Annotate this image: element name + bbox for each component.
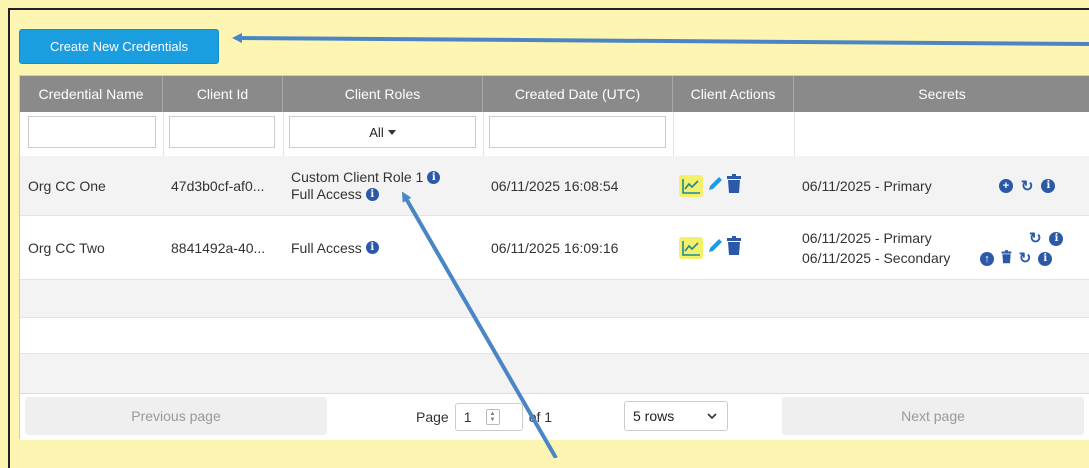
client-id-filter[interactable] — [169, 116, 275, 148]
created-date-filter[interactable] — [489, 116, 666, 148]
client-roles-filter[interactable]: All — [289, 116, 476, 148]
secrets-cell: 06/11/2025 - Primary ↻ i 06/11/2025 - Se… — [794, 216, 1089, 279]
chart-line-icon[interactable] — [679, 174, 703, 197]
pencil-icon[interactable] — [706, 237, 724, 258]
col-client-actions[interactable]: Client Actions — [673, 76, 794, 112]
rows-per-page-select[interactable]: 5 rows — [624, 401, 728, 431]
client-roles-cell: Full Access i — [283, 216, 483, 279]
credential-name-filter[interactable] — [28, 116, 156, 148]
plus-circle-icon[interactable]: + — [999, 179, 1013, 194]
trash-icon[interactable] — [726, 174, 742, 197]
page-indicator: Page 1 ▲ ▼ of 1 — [416, 403, 552, 431]
client-roles-cell: Custom Client Role 1i Full Access i — [283, 156, 483, 215]
trash-icon[interactable] — [1001, 249, 1012, 269]
page-total-label: of 1 — [528, 409, 553, 425]
role-label: Custom Client Role 1 — [291, 168, 424, 185]
secret-actions: ↻ i — [1029, 228, 1064, 249]
info-icon[interactable]: i — [1038, 251, 1053, 266]
secret-label: 06/11/2025 - Primary — [802, 177, 932, 194]
spinner-icon[interactable]: ▲ ▼ — [485, 409, 500, 425]
refresh-icon[interactable]: ↻ — [1029, 229, 1042, 249]
rows-per-page-value: 5 rows — [633, 408, 675, 424]
col-credential-name[interactable]: Credential Name — [20, 76, 163, 112]
secret-actions: + ↻ i — [999, 177, 1056, 195]
secret-label: 06/11/2025 - Secondary — [802, 249, 951, 266]
page-number-value: 1 — [463, 409, 472, 425]
col-created-date[interactable]: Created Date (UTC) — [483, 76, 673, 112]
role-label: Full Access — [291, 239, 362, 256]
client-actions-cell — [673, 156, 794, 215]
secret-label: 06/11/2025 - Primary — [802, 229, 932, 246]
client-id-cell: 47d3b0cf-af0... — [171, 177, 265, 194]
client-id-cell: 8841492a-40... — [171, 239, 266, 256]
empty-row — [20, 318, 1089, 354]
page-label: Page — [416, 409, 449, 425]
empty-row — [20, 280, 1089, 318]
pagination-bar: Previous page Page 1 ▲ ▼ of 1 5 rows Next… — [20, 393, 1089, 440]
arrow-up-circle-icon[interactable]: ↑ — [980, 251, 994, 266]
next-page-button[interactable]: Next page — [782, 397, 1084, 435]
refresh-icon[interactable]: ↻ — [1019, 249, 1032, 269]
secret-actions: ↑ ↻ i — [980, 248, 1053, 269]
credential-name-cell: Org CC One — [28, 177, 106, 194]
created-date-cell: 06/11/2025 16:08:54 — [491, 177, 619, 194]
info-icon[interactable]: i — [427, 171, 441, 185]
info-icon[interactable]: i — [365, 241, 379, 254]
page-number-input[interactable]: 1 ▲ ▼ — [454, 403, 523, 431]
info-icon[interactable]: i — [365, 188, 379, 202]
credential-name-cell: Org CC Two — [28, 239, 105, 256]
table-row[interactable]: Org CC One 47d3b0cf-af0... Custom Client… — [20, 156, 1089, 216]
refresh-icon[interactable]: ↻ — [1021, 177, 1034, 195]
create-new-credentials-button[interactable]: Create New Credentials — [19, 29, 219, 64]
previous-page-button[interactable]: Previous page — [25, 397, 327, 435]
trash-icon[interactable] — [726, 236, 742, 259]
col-client-roles[interactable]: Client Roles — [283, 76, 483, 112]
info-icon[interactable]: i — [1041, 179, 1056, 194]
role-label: Full Access — [291, 185, 362, 202]
chart-line-icon[interactable] — [679, 236, 703, 259]
filter-row: All — [20, 112, 1089, 157]
grid-header: Credential Name Client Id Client Roles C… — [20, 76, 1089, 112]
info-icon[interactable]: i — [1049, 231, 1064, 246]
pencil-icon[interactable] — [706, 175, 724, 196]
credentials-grid: Credential Name Client Id Client Roles C… — [19, 75, 1089, 440]
table-row[interactable]: Org CC Two 8841492a-40... Full Access i 0… — [20, 216, 1089, 280]
client-actions-cell — [673, 216, 794, 279]
secrets-cell: 06/11/2025 - Primary + ↻ i — [794, 156, 1089, 215]
secret-entry: 06/11/2025 - Primary ↻ i — [802, 228, 1082, 248]
client-roles-filter-value: All — [369, 124, 384, 140]
caret-down-icon — [387, 129, 396, 135]
created-date-cell: 06/11/2025 16:09:16 — [491, 239, 619, 256]
secret-entry: 06/11/2025 - Secondary ↑ ↻ i — [802, 248, 1089, 268]
empty-row — [20, 354, 1089, 393]
col-client-id[interactable]: Client Id — [163, 76, 283, 112]
col-secrets[interactable]: Secrets — [794, 76, 1089, 112]
chevron-down-icon — [707, 413, 717, 420]
